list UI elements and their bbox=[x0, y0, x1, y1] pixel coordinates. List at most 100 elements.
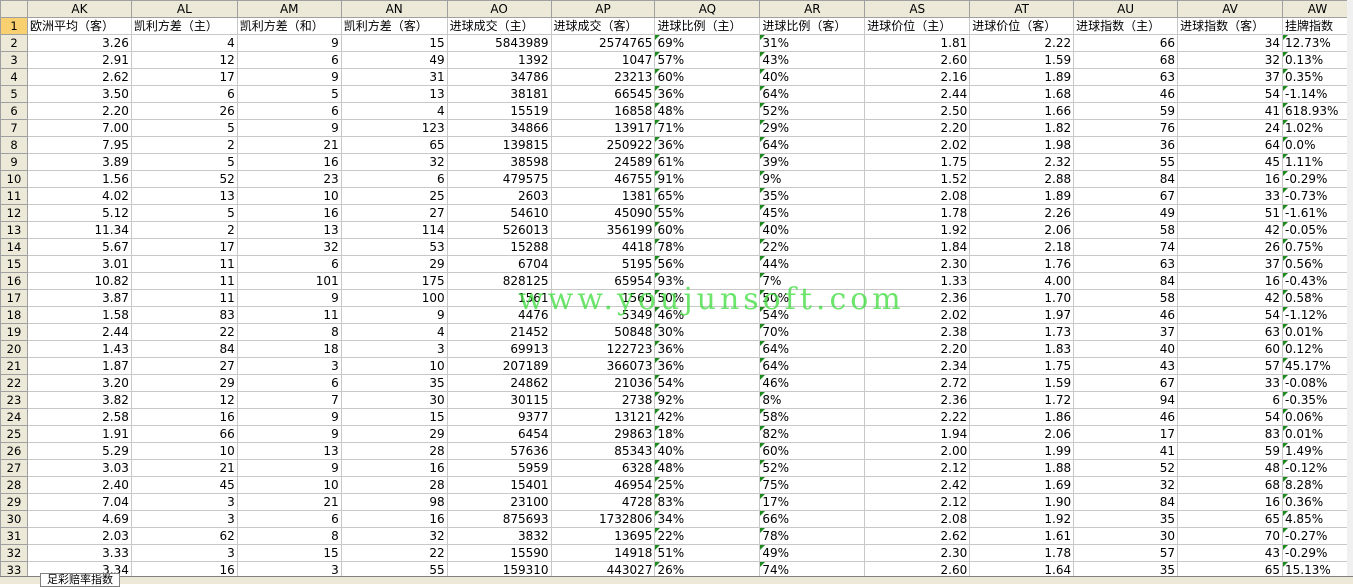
cell[interactable]: 9 bbox=[236, 425, 342, 443]
cell[interactable]: 5.29 bbox=[26, 442, 132, 460]
cell[interactable]: 60% bbox=[654, 68, 761, 86]
cell[interactable]: 37 bbox=[1177, 255, 1283, 273]
cell[interactable]: 30 bbox=[1073, 527, 1179, 545]
header-cell[interactable]: 进球价位（主） bbox=[864, 17, 971, 35]
cell[interactable]: 0.01% bbox=[1281, 323, 1353, 341]
row-header[interactable]: 18 bbox=[0, 306, 28, 324]
cell[interactable]: 1.43 bbox=[26, 340, 132, 358]
cell[interactable]: 3 bbox=[130, 493, 238, 511]
cell[interactable]: 1.02% bbox=[1281, 119, 1353, 137]
cell[interactable]: 1.92 bbox=[969, 510, 1075, 528]
cell[interactable]: 15 bbox=[340, 408, 448, 426]
cell[interactable]: 46755 bbox=[550, 170, 656, 188]
cell[interactable]: 7% bbox=[759, 272, 866, 290]
cell[interactable]: 1.76 bbox=[969, 255, 1075, 273]
cell[interactable]: 5843989 bbox=[446, 34, 552, 52]
cell[interactable]: 10 bbox=[236, 476, 342, 494]
cell[interactable]: 2.16 bbox=[864, 68, 971, 86]
cell[interactable]: 1.89 bbox=[969, 68, 1075, 86]
cell[interactable]: 34 bbox=[1177, 34, 1283, 52]
cell[interactable]: 45% bbox=[759, 204, 866, 222]
cell[interactable]: 56% bbox=[654, 255, 761, 273]
cell[interactable]: 2.42 bbox=[864, 476, 971, 494]
cell[interactable]: 3.89 bbox=[26, 153, 132, 171]
column-header-ar[interactable]: AR bbox=[759, 0, 866, 18]
cell[interactable]: 98 bbox=[340, 493, 448, 511]
cell[interactable]: 4 bbox=[340, 102, 448, 120]
cell[interactable]: 15 bbox=[236, 544, 342, 562]
cell[interactable]: 69% bbox=[654, 34, 761, 52]
cell[interactable]: 16 bbox=[236, 153, 342, 171]
cell[interactable]: 13 bbox=[236, 221, 342, 239]
cell[interactable]: 7.04 bbox=[26, 493, 132, 511]
cell[interactable]: 3 bbox=[340, 340, 448, 358]
row-header[interactable]: 1 bbox=[0, 17, 28, 35]
cell[interactable]: -0.12% bbox=[1281, 459, 1353, 477]
cell[interactable]: 69913 bbox=[446, 340, 552, 358]
column-header-au[interactable]: AU bbox=[1073, 0, 1179, 18]
cell[interactable]: 875693 bbox=[446, 510, 552, 528]
cell[interactable]: 0.35% bbox=[1281, 68, 1353, 86]
cell[interactable]: 16 bbox=[1177, 170, 1283, 188]
cell[interactable]: 46 bbox=[1073, 408, 1179, 426]
cell[interactable]: 43 bbox=[1177, 544, 1283, 562]
cell[interactable]: 36% bbox=[654, 85, 761, 103]
cell[interactable]: 21 bbox=[236, 493, 342, 511]
cell[interactable]: 15401 bbox=[446, 476, 552, 494]
cell[interactable]: 1.82 bbox=[969, 119, 1075, 137]
cell[interactable]: 2.44 bbox=[26, 323, 132, 341]
row-header[interactable]: 6 bbox=[0, 102, 28, 120]
cell[interactable]: 54610 bbox=[446, 204, 552, 222]
cell[interactable]: 2 bbox=[130, 221, 238, 239]
cell[interactable]: 2.08 bbox=[864, 510, 971, 528]
row-header[interactable]: 16 bbox=[0, 272, 28, 290]
row-header[interactable]: 10 bbox=[0, 170, 28, 188]
cell[interactable]: 17 bbox=[130, 238, 238, 256]
column-header-ak[interactable]: AK bbox=[26, 0, 132, 18]
cell[interactable]: 1.69 bbox=[969, 476, 1075, 494]
cell[interactable]: 29 bbox=[340, 425, 448, 443]
sheet-tab[interactable]: 足彩赔率指数 bbox=[40, 573, 120, 587]
cell[interactable]: 17% bbox=[759, 493, 866, 511]
cell[interactable]: 3.87 bbox=[26, 289, 132, 307]
cell[interactable]: 3.20 bbox=[26, 374, 132, 392]
cell[interactable]: 16 bbox=[1177, 272, 1283, 290]
cell[interactable]: 30115 bbox=[446, 391, 552, 409]
cell[interactable]: 4.00 bbox=[969, 272, 1075, 290]
cell[interactable]: -0.43% bbox=[1281, 272, 1353, 290]
cell[interactable]: 15 bbox=[340, 34, 448, 52]
cell[interactable]: 6 bbox=[1177, 391, 1283, 409]
cell[interactable]: 34786 bbox=[446, 68, 552, 86]
cell[interactable]: 34% bbox=[654, 510, 761, 528]
cell[interactable]: 11 bbox=[130, 289, 238, 307]
cell[interactable]: 82% bbox=[759, 425, 866, 443]
cell[interactable]: 42 bbox=[1177, 221, 1283, 239]
cell[interactable]: 16 bbox=[130, 408, 238, 426]
cell[interactable]: 29% bbox=[759, 119, 866, 137]
cell[interactable]: 0.56% bbox=[1281, 255, 1353, 273]
cell[interactable]: -0.05% bbox=[1281, 221, 1353, 239]
cell[interactable]: 1.91 bbox=[26, 425, 132, 443]
cell[interactable]: 92% bbox=[654, 391, 761, 409]
row-header[interactable]: 4 bbox=[0, 68, 28, 86]
row-header[interactable]: 23 bbox=[0, 391, 28, 409]
cell[interactable]: 60 bbox=[1177, 340, 1283, 358]
cell[interactable]: 28 bbox=[340, 442, 448, 460]
cell[interactable]: 40% bbox=[759, 221, 866, 239]
cell[interactable]: 9 bbox=[236, 68, 342, 86]
cell[interactable]: 41 bbox=[1073, 442, 1179, 460]
cell[interactable]: 1.61 bbox=[969, 527, 1075, 545]
cell[interactable]: 2.18 bbox=[969, 238, 1075, 256]
cell[interactable]: 54 bbox=[1177, 306, 1283, 324]
cell[interactable]: 45 bbox=[1177, 153, 1283, 171]
cell[interactable]: 4.02 bbox=[26, 187, 132, 205]
cell[interactable]: 4418 bbox=[550, 238, 656, 256]
column-header-aq[interactable]: AQ bbox=[654, 0, 761, 18]
header-cell[interactable]: 挂牌指数 bbox=[1281, 17, 1353, 35]
cell[interactable]: 526013 bbox=[446, 221, 552, 239]
cell[interactable]: 31% bbox=[759, 34, 866, 52]
cell[interactable]: 2 bbox=[130, 136, 238, 154]
row-header[interactable]: 3 bbox=[0, 51, 28, 69]
row-header[interactable]: 31 bbox=[0, 527, 28, 545]
cell[interactable]: 33 bbox=[1177, 374, 1283, 392]
